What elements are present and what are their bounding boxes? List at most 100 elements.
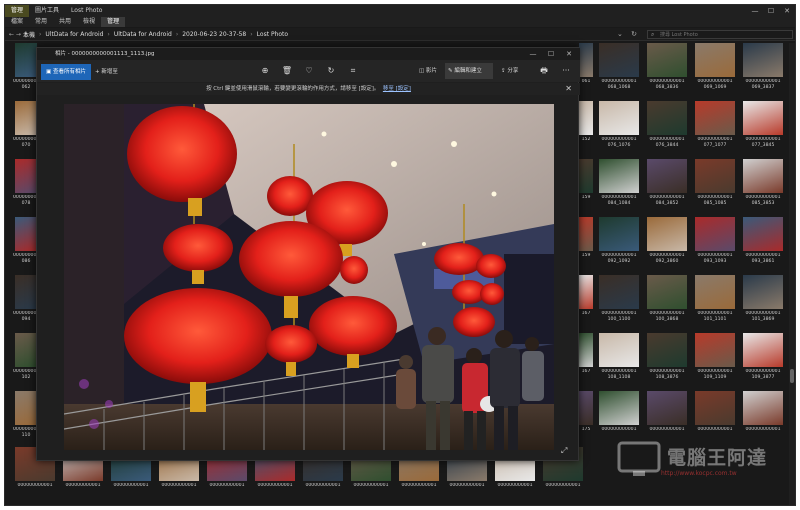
thumbnail-caption: 000000000001 bbox=[401, 483, 437, 488]
photo-thumbnail[interactable]: 000000000001 101_3869 bbox=[741, 275, 785, 333]
maximize-button[interactable]: ☐ bbox=[763, 5, 779, 17]
thumbnail-image bbox=[15, 217, 37, 251]
thumbnail-caption: 000000000001 092_3860 bbox=[649, 253, 685, 264]
thumbnail-image bbox=[579, 43, 593, 77]
photo-thumbnail[interactable]: 000000000001 077_1077 bbox=[693, 101, 737, 159]
thumbnail-image bbox=[599, 43, 639, 77]
crumb-date-folder[interactable]: 2020-06-23 20-37-58 bbox=[182, 31, 246, 38]
vertical-scrollbar[interactable] bbox=[789, 43, 795, 505]
thumbnail-caption: 000000000001 bbox=[353, 483, 389, 488]
photo-thumbnail[interactable]: 000000000001 092_1092 bbox=[597, 217, 641, 275]
window-title: Lost Photo bbox=[71, 7, 103, 14]
thumbnail-image bbox=[743, 159, 783, 193]
photo-thumbnail[interactable]: 000000000001 068_1068 bbox=[597, 43, 641, 101]
photo-thumbnail[interactable]: 000000000001 092_3860 bbox=[645, 217, 689, 275]
more-options-icon[interactable]: ··· bbox=[559, 64, 573, 78]
close-button[interactable]: ✕ bbox=[779, 5, 795, 17]
photo-thumbnail[interactable]: 000000000001 077_3845 bbox=[741, 101, 785, 159]
thumbnail-caption: 000000000001 bbox=[601, 427, 637, 432]
settings-link[interactable]: 移至 [設定] bbox=[383, 86, 411, 92]
chevron-right-icon: › bbox=[39, 31, 42, 38]
ribbon-tab-manage[interactable]: 管理 bbox=[5, 5, 30, 17]
edit-and-create-button[interactable]: ✎ 編輯和建立 bbox=[445, 63, 493, 79]
menu-view[interactable]: 檢視 bbox=[77, 17, 101, 27]
photo-thumbnail[interactable]: 000000000001 093_3861 bbox=[741, 217, 785, 275]
photo-thumbnail[interactable]: 000000000001 101_1101 bbox=[693, 275, 737, 333]
photo-thumbnail[interactable]: 000000000001 100_1100 bbox=[597, 275, 641, 333]
print-icon[interactable]: 🖶 bbox=[537, 64, 551, 78]
ribbon-tab-picture-tools[interactable]: 圖片工具 bbox=[29, 5, 65, 17]
thumbnail-caption: 000000000001 109_1109 bbox=[697, 369, 733, 380]
minimize-button[interactable]: — bbox=[747, 5, 763, 17]
photo-thumbnail[interactable]: 000000000001 100_3868 bbox=[645, 275, 689, 333]
breadcrumb[interactable]: 本機 › UltData for Android › UltData for A… bbox=[23, 28, 288, 41]
photo-thumbnail[interactable]: 152 bbox=[577, 101, 595, 159]
search-box[interactable]: ⌕ bbox=[647, 30, 793, 39]
scrollbar-thumb[interactable] bbox=[790, 369, 794, 383]
thumbnail-image bbox=[743, 217, 783, 251]
zoom-icon[interactable]: ⊕ bbox=[258, 64, 272, 78]
add-to-button[interactable]: + 新增至 bbox=[95, 64, 118, 80]
photo-thumbnail[interactable]: 000000000001 069_1069 bbox=[693, 43, 737, 101]
thumbnail-caption: 175 bbox=[581, 427, 591, 432]
thumbnail-caption: 000000000001 100_1100 bbox=[601, 311, 637, 322]
photo-thumbnail[interactable]: 000000000001 109_1109 bbox=[693, 333, 737, 391]
photo-thumbnail[interactable]: 000000000001 085_1085 bbox=[693, 159, 737, 217]
thumbnail-image bbox=[599, 159, 639, 193]
search-input[interactable] bbox=[660, 31, 790, 39]
crumb-ultdata-1[interactable]: UltData for Android bbox=[45, 31, 103, 38]
thumbnail-image bbox=[647, 217, 687, 251]
favorite-icon[interactable]: ♡ bbox=[302, 64, 316, 78]
menu-home[interactable]: 常用 bbox=[29, 17, 53, 27]
thumbnail-caption: 159 bbox=[581, 195, 591, 200]
thumbnail-caption: 000000000001 bbox=[257, 483, 293, 488]
menu-share[interactable]: 共用 bbox=[53, 17, 77, 27]
photo-thumbnail[interactable]: 000000000001 109_3877 bbox=[741, 333, 785, 391]
photo-thumbnail[interactable]: 167 bbox=[577, 275, 595, 333]
see-all-photos-button[interactable]: ▣ 查看所有相片 bbox=[41, 64, 91, 80]
close-tip-icon[interactable]: ✕ bbox=[565, 83, 572, 95]
photo-thumbnail[interactable]: 000000000001 069_3837 bbox=[741, 43, 785, 101]
delete-icon[interactable]: 🗑 bbox=[280, 64, 294, 78]
refresh-icon[interactable]: ⌄ ↻ bbox=[617, 28, 640, 41]
thumbnail-caption: 000000000001 bbox=[697, 427, 733, 432]
file-explorer-window: 管理 圖片工具 Lost Photo — ☐ ✕ 檔案 常用 共用 檢視 管理 … bbox=[4, 4, 796, 506]
menu-manage[interactable]: 管理 bbox=[101, 17, 126, 27]
photo-thumbnail[interactable]: 175 bbox=[577, 391, 595, 449]
watermark-logo-icon bbox=[617, 441, 661, 476]
thumbnail-caption: 000000000001 108_1108 bbox=[601, 369, 637, 380]
share-button[interactable]: ⇪ 分享 bbox=[501, 64, 518, 78]
photo-thumbnail[interactable]: 000000000001 084_1084 bbox=[597, 159, 641, 217]
rotate-icon[interactable]: ↻ bbox=[324, 64, 338, 78]
chevron-right-icon: › bbox=[175, 31, 179, 38]
photos-maximize-button[interactable]: ☐ bbox=[542, 48, 560, 60]
photo-thumbnail[interactable]: 000000000001 108_1108 bbox=[597, 333, 641, 391]
photo-thumbnail[interactable]: 159 bbox=[577, 217, 595, 275]
photo-thumbnail[interactable]: 159 bbox=[577, 159, 595, 217]
photo-thumbnail[interactable]: 000000000001 108_3876 bbox=[645, 333, 689, 391]
thumbnail-image bbox=[15, 43, 37, 77]
photo-thumbnail[interactable]: 000000000001 093_1093 bbox=[693, 217, 737, 275]
photo-thumbnail[interactable]: 000000000001 084_3852 bbox=[645, 159, 689, 217]
photo-thumbnail[interactable]: 000000000001 085_3853 bbox=[741, 159, 785, 217]
photos-close-button[interactable]: ✕ bbox=[560, 48, 578, 60]
thumbnail-image bbox=[647, 101, 687, 135]
expand-icon[interactable]: ⤢ bbox=[561, 446, 567, 456]
photo-thumbnail[interactable]: 000000000001 076_3844 bbox=[645, 101, 689, 159]
thumbnail-caption: 000000000001 093_3861 bbox=[745, 253, 781, 264]
crumb-this-pc[interactable]: 本機 bbox=[23, 30, 35, 39]
thumbnail-caption: 000000000001 109_3877 bbox=[745, 369, 781, 380]
thumbnail-caption: 000000000001 bbox=[113, 483, 149, 488]
crop-icon[interactable]: ⌗ bbox=[346, 64, 360, 78]
thumbnail-image bbox=[579, 217, 593, 251]
photos-minimize-button[interactable]: — bbox=[524, 48, 542, 60]
menu-file[interactable]: 檔案 bbox=[5, 17, 29, 27]
thumbnail-image bbox=[647, 43, 687, 77]
crumb-ultdata-2[interactable]: UltData for Android bbox=[114, 31, 172, 38]
photo-thumbnail[interactable]: 000000000001 076_1076 bbox=[597, 101, 641, 159]
photo-thumbnail[interactable]: 000000000001 068_3836 bbox=[645, 43, 689, 101]
photo-thumbnail[interactable]: 167 bbox=[577, 333, 595, 391]
thumbnail-caption: 000000000001 bbox=[449, 483, 485, 488]
crumb-lost-photo[interactable]: Lost Photo bbox=[257, 31, 288, 38]
video-button[interactable]: ◫ 影片 bbox=[419, 64, 437, 78]
